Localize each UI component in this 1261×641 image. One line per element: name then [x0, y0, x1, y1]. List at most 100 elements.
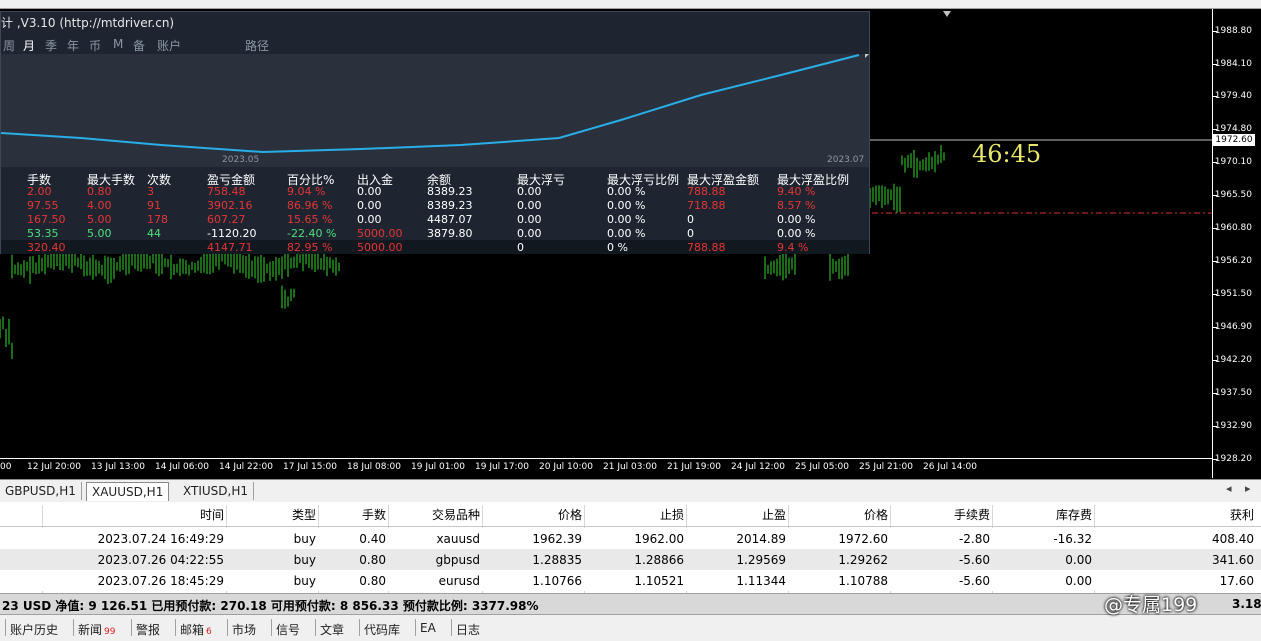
terminal-tab[interactable]: EA — [420, 621, 436, 635]
stats-cell: 4.00 — [87, 199, 112, 212]
price-axis: 1988.80 1984.10 1979.40 1974.80 1970.10 1965.… — [1212, 9, 1261, 478]
order-cell: 1.28835 — [532, 553, 582, 567]
time-tick-label: 12 Jul 20:00 — [27, 462, 81, 472]
stats-cell: 44 — [147, 227, 161, 240]
stats-cell: 4487.07 — [427, 213, 473, 226]
tab-gbpusd[interactable]: GBPUSD,H1 — [0, 482, 82, 500]
order-cell: gbpusd — [435, 553, 480, 567]
orders-header[interactable]: 交易品种 — [390, 505, 480, 525]
price-tick-label: 1956.20 — [1214, 256, 1252, 266]
stats-cell: 718.88 — [687, 199, 726, 212]
tab-month[interactable]: 月 — [23, 37, 35, 54]
chart-shift-marker-icon[interactable] — [943, 11, 951, 17]
order-cell: 0.80 — [359, 574, 386, 588]
orders-header[interactable]: 类型 — [228, 505, 316, 525]
time-tick-label: 19 Jul 01:00 — [411, 462, 465, 472]
stats-cell: 53.35 — [27, 227, 59, 240]
graph-date-end: 2023.07 — [827, 155, 865, 165]
terminal-tab-label: 代码库 — [364, 623, 401, 637]
order-cell: 0.00 — [1065, 553, 1092, 567]
stats-cell: 178 — [147, 213, 168, 226]
orders-header[interactable]: 库存费 — [994, 505, 1092, 525]
orders-header[interactable]: 止盈 — [688, 505, 786, 525]
stats-cell: 0.80 — [87, 185, 112, 198]
terminal-tab[interactable]: 新闻 99 — [78, 621, 115, 638]
terminal-tab[interactable]: 文章 — [320, 621, 344, 638]
terminal-tab-label: 文章 — [320, 623, 345, 637]
time-tick-label: 14 Jul 06:00 — [155, 462, 209, 472]
current-price-label: 1972.60 — [1213, 134, 1255, 146]
stats-cell: 3879.80 — [427, 227, 473, 240]
tab-account[interactable]: 账户 — [157, 37, 181, 54]
tab-separator — [315, 619, 316, 636]
terminal-tab[interactable]: 日志 — [456, 621, 480, 638]
orders-header[interactable]: 价格 — [484, 505, 582, 525]
terminal-tab[interactable]: 邮箱 6 — [180, 621, 212, 638]
stats-total-cell: 320.40 — [27, 241, 66, 254]
bar-countdown-timer: 46:45 — [972, 140, 1042, 168]
stats-cell: 0.00 % — [607, 213, 646, 226]
stats-cell: 607.27 — [207, 213, 246, 226]
time-tick-label: 21 Jul 19:00 — [667, 462, 721, 472]
time-tick-label: 20 Jul 10:00 — [539, 462, 593, 472]
tab-xtiusd[interactable]: XTIUSD,H1 — [178, 482, 254, 500]
tab-scroll-right-icon[interactable]: ▸ — [1245, 482, 1251, 495]
order-cell: -5.60 — [958, 553, 990, 567]
price-tick-label: 1984.10 — [1214, 59, 1252, 69]
stats-cell: 0.00 % — [777, 213, 816, 226]
tab-currency[interactable]: 币 — [89, 37, 101, 54]
orders-header[interactable]: 时间 — [44, 505, 224, 525]
stats-total-cell: 5000.00 — [357, 241, 403, 254]
order-cell: 1962.00 — [634, 532, 684, 546]
order-cell: 1.10766 — [532, 574, 582, 588]
terminal-tab[interactable]: 账户历史 — [10, 621, 58, 638]
equity-line — [1, 54, 860, 154]
terminal-tab[interactable]: 信号 — [276, 621, 300, 638]
orders-header[interactable]: 获利 — [1096, 505, 1254, 525]
tab-week[interactable]: 周 — [3, 37, 15, 54]
stats-cell: 167.50 — [27, 213, 66, 226]
stats-cell: -1120.20 — [207, 227, 257, 240]
orders-header[interactable]: 价格 — [790, 505, 888, 525]
tab-separator — [5, 619, 6, 636]
total-profit-value: 3.18 — [1232, 597, 1261, 611]
tab-separator — [359, 619, 360, 636]
stats-cell: 5000.00 — [357, 227, 403, 240]
price-tick-label: 1932.90 — [1214, 421, 1252, 431]
order-cell: 1.11344 — [736, 574, 786, 588]
stats-cell: 15.65 % — [287, 213, 333, 226]
orders-header[interactable]: 手数 — [320, 505, 386, 525]
order-cell: buy — [293, 574, 316, 588]
order-cell: 341.60 — [1212, 553, 1254, 567]
tab-note[interactable]: 备 — [133, 37, 145, 54]
terminal-tab[interactable]: 代码库 — [364, 621, 400, 638]
terminal-tab[interactable]: 警报 — [136, 621, 160, 638]
tab-scroll-left-icon[interactable]: ◂ — [1226, 482, 1232, 495]
tab-xauusd[interactable]: XAUUSD,H1 — [86, 482, 170, 501]
orders-header[interactable]: 手续费 — [892, 505, 990, 525]
terminal-tab-label: 日志 — [456, 623, 481, 637]
watermark: @专属199 — [1104, 594, 1198, 616]
tab-m[interactable]: M — [113, 37, 123, 51]
tab-path[interactable]: 路径 — [245, 37, 269, 54]
terminal-tab-label: 市场 — [232, 623, 257, 637]
stats-total-cell: 4147.71 — [207, 241, 253, 254]
tab-quarter[interactable]: 季 — [45, 37, 57, 54]
stats-cell: 0.00 — [517, 227, 542, 240]
order-cell: -2.80 — [958, 532, 990, 546]
stats-cell: 788.88 — [687, 185, 726, 198]
order-cell: 2023.07.24 16:49:29 — [97, 532, 224, 546]
tab-separator — [175, 619, 176, 636]
stats-cell: 0.00 — [357, 213, 382, 226]
stats-cell: 758.48 — [207, 185, 246, 198]
price-tick-label: 1979.40 — [1214, 91, 1252, 101]
stats-cell: 0.00 % — [777, 227, 816, 240]
stats-cell: 3902.16 — [207, 199, 253, 212]
header-divider — [0, 526, 1261, 527]
tab-year[interactable]: 年 — [67, 37, 79, 54]
orders-header[interactable]: 止损 — [586, 505, 684, 525]
order-cell: -16.32 — [1053, 532, 1092, 546]
terminal-tab-label: EA — [420, 621, 436, 635]
tab-separator — [451, 619, 452, 636]
terminal-tab[interactable]: 市场 — [232, 621, 256, 638]
